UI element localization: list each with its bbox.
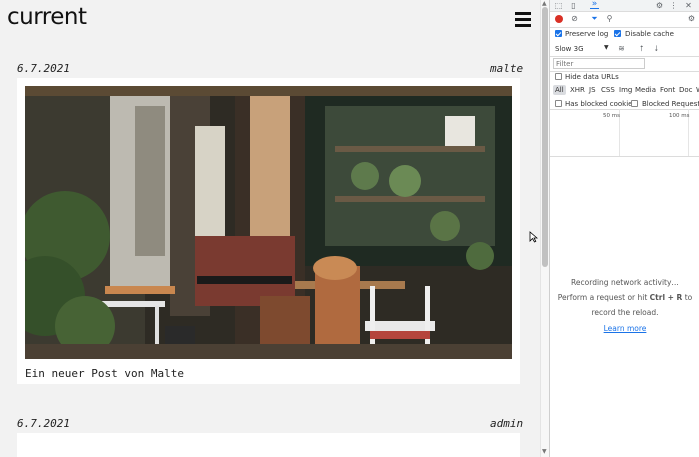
filter-type-doc[interactable]: Doc [679, 86, 693, 94]
post-image[interactable] [25, 86, 512, 359]
empty-state-hint-line2: record the reload. [591, 308, 659, 317]
blocked-requests-label: Blocked Requests [642, 100, 699, 108]
filter-type-css[interactable]: CSS [601, 86, 615, 94]
network-conditions-icon[interactable]: ≋ [617, 44, 626, 53]
has-blocked-cookies-label: Has blocked cookies [565, 100, 637, 108]
preserve-log-label: Preserve log [565, 30, 609, 38]
post-author[interactable]: admin [490, 417, 523, 430]
record-icon[interactable] [555, 15, 563, 23]
website-viewport: current 6.7.2021 malte Ein neuer Post vo… [0, 0, 549, 457]
empty-state-hint: Perform a request or hit Ctrl + R to [550, 293, 699, 302]
network-toolbar: ⊘ ⏷ ⚲ ⚙ [550, 13, 699, 26]
reload-shortcut: Ctrl + R [649, 293, 683, 302]
hamburger-menu-icon[interactable] [515, 12, 531, 27]
scrollbar-thumb[interactable] [542, 7, 548, 267]
disable-cache-checkbox[interactable] [614, 30, 621, 37]
cafe-photo [25, 86, 512, 359]
hide-data-urls-checkbox[interactable] [555, 73, 562, 80]
post-caption: Ein neuer Post von Malte [25, 367, 184, 380]
empty-state-title: Recording network activity… [571, 278, 679, 287]
filter-type-font[interactable]: Font [660, 86, 675, 94]
import-har-icon[interactable]: ⭡ [637, 44, 646, 53]
filter-type-media[interactable]: Media [635, 86, 656, 94]
scroll-down-arrow-icon[interactable]: ▼ [542, 449, 547, 455]
more-tabs-icon[interactable]: » [590, 0, 599, 9]
device-toolbar-icon[interactable]: ▯ [569, 1, 578, 10]
network-settings-icon[interactable]: ⚙ [687, 14, 696, 23]
filter-input[interactable] [553, 58, 645, 69]
devtools-network-panel: ⬚ ▯ » ⚙ ⋮ ✕ ⊘ ⏷ ⚲ ⚙ Preserve log Disable… [549, 0, 699, 457]
preserve-log-checkbox[interactable] [555, 30, 562, 37]
search-icon[interactable]: ⚲ [605, 14, 614, 23]
empty-state-hint-text: Perform a request or hit [557, 293, 650, 302]
waterfall-label: 100 ms [669, 113, 690, 119]
mouse-cursor-icon [529, 231, 538, 243]
export-har-icon[interactable]: ⭣ [652, 44, 661, 53]
close-icon[interactable]: ✕ [684, 1, 693, 10]
site-logo[interactable]: current [7, 4, 87, 30]
inspect-element-icon[interactable]: ⬚ [554, 1, 563, 10]
blocked-requests-checkbox[interactable] [631, 100, 638, 107]
has-blocked-cookies-checkbox[interactable] [555, 100, 562, 107]
post-card [17, 433, 520, 457]
filter-type-xhr[interactable]: XHR [570, 86, 585, 94]
filter-icon[interactable]: ⏷ [590, 14, 599, 23]
learn-more-link[interactable]: Learn more [550, 324, 699, 333]
empty-state-hint-text-end: to [682, 293, 693, 302]
post-date: 6.7.2021 [17, 62, 70, 75]
page-scrollbar[interactable]: ▲ ▼ [540, 0, 549, 457]
filter-type-all[interactable]: All [553, 85, 566, 95]
hide-data-urls-label: Hide data URLs [565, 73, 619, 81]
post-card: Ein neuer Post von Malte [17, 78, 520, 384]
filter-type-js[interactable]: JS [589, 86, 596, 94]
clear-icon[interactable]: ⊘ [570, 14, 579, 23]
devtools-tabbar: ⬚ ▯ » ⚙ ⋮ ✕ [550, 0, 699, 11]
kebab-menu-icon[interactable]: ⋮ [669, 1, 678, 10]
waterfall-label: 50 ms [603, 113, 620, 119]
disable-cache-label: Disable cache [625, 30, 674, 38]
post-date: 6.7.2021 [17, 417, 70, 430]
chevron-down-icon[interactable]: ▼ [604, 44, 609, 51]
throttling-select[interactable]: Slow 3G [555, 45, 584, 53]
settings-gear-icon[interactable]: ⚙ [655, 1, 664, 10]
post-author[interactable]: malte [490, 62, 523, 75]
filter-type-img[interactable]: Img [619, 86, 632, 94]
